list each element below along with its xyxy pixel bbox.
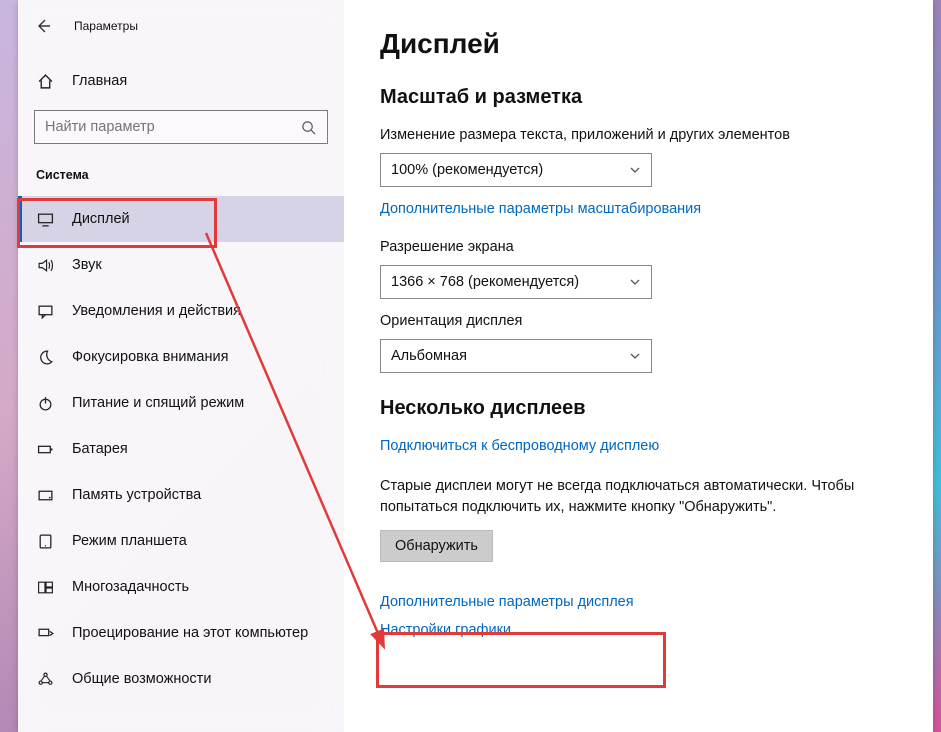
graphics-settings-link[interactable]: Настройки графики [380,622,897,638]
sidebar-item-label: Фокусировка внимания [72,349,228,365]
scale-label: Изменение размера текста, приложений и д… [380,127,897,143]
section-multi: Несколько дисплеев [380,397,897,420]
chevron-down-icon [629,276,641,288]
resolution-select[interactable]: 1366 × 768 (рекомендуется) [380,265,652,299]
scale-value: 100% (рекомендуется) [391,162,543,178]
category-label: Система [18,144,344,192]
search-box[interactable] [34,110,328,144]
scale-advanced-link[interactable]: Дополнительные параметры масштабирования [380,201,897,217]
monitor-icon [36,210,54,228]
sidebar-item-sound[interactable]: Звук [18,242,344,288]
home-icon [36,72,54,90]
main-content: Дисплей Масштаб и разметка Изменение раз… [344,0,933,732]
window-title: Параметры [74,19,138,33]
scale-select[interactable]: 100% (рекомендуется) [380,153,652,187]
orientation-label: Ориентация дисплея [380,313,897,329]
sidebar-item-notifications[interactable]: Уведомления и действия [18,288,344,334]
page-title: Дисплей [380,28,897,60]
search-wrap [18,102,344,144]
moon-icon [36,348,54,366]
sidebar-item-label: Дисплей [72,211,130,227]
search-icon [300,118,317,136]
chevron-down-icon [629,164,641,176]
sidebar-item-label: Режим планшета [72,533,187,549]
titlebar: Параметры [18,8,344,44]
sidebar-item-label: Батарея [72,441,128,457]
sidebar-item-multitask[interactable]: Многозадачность [18,564,344,610]
power-icon [36,394,54,412]
section-scale: Масштаб и разметка [380,86,897,109]
sidebar-item-label: Уведомления и действия [72,303,241,319]
orientation-value: Альбомная [391,348,467,364]
shared-icon [36,670,54,688]
sidebar-item-label: Память устройства [72,487,201,503]
sidebar-item-label: Многозадачность [72,579,189,595]
home-label: Главная [72,73,127,89]
battery-icon [36,440,54,458]
resolution-label: Разрешение экрана [380,239,897,255]
back-button[interactable] [34,17,52,35]
detect-help-text: Старые дисплеи могут не всегда подключат… [380,476,897,518]
storage-icon [36,486,54,504]
sidebar: Параметры Главная Система Дисплей Звук Уве… [18,0,344,732]
sidebar-item-project[interactable]: Проецирование на этот компьютер [18,610,344,656]
nav-list: Дисплей Звук Уведомления и действия Фокусир… [18,196,344,702]
sidebar-item-shared[interactable]: Общие возможности [18,656,344,702]
sidebar-item-label: Общие возможности [72,671,211,687]
advanced-display-link[interactable]: Дополнительные параметры дисплея [380,594,897,610]
chevron-down-icon [629,350,641,362]
chat-icon [36,302,54,320]
wireless-display-link[interactable]: Подключиться к беспроводному дисплею [380,438,897,454]
sidebar-item-label: Проецирование на этот компьютер [72,625,308,641]
tablet-icon [36,532,54,550]
detect-button[interactable]: Обнаружить [380,530,493,562]
resolution-value: 1366 × 768 (рекомендуется) [391,274,579,290]
multitask-icon [36,578,54,596]
sidebar-item-label: Звук [72,257,102,273]
sidebar-item-battery[interactable]: Батарея [18,426,344,472]
sidebar-item-focus[interactable]: Фокусировка внимания [18,334,344,380]
settings-window: Параметры Главная Система Дисплей Звук Уве… [18,0,933,732]
speaker-icon [36,256,54,274]
sidebar-item-label: Питание и спящий режим [72,395,244,411]
arrow-left-icon [35,18,51,34]
sidebar-item-tablet[interactable]: Режим планшета [18,518,344,564]
sidebar-item-display[interactable]: Дисплей [18,196,344,242]
sidebar-item-storage[interactable]: Память устройства [18,472,344,518]
sidebar-item-power[interactable]: Питание и спящий режим [18,380,344,426]
project-icon [36,624,54,642]
home-nav[interactable]: Главная [18,60,344,102]
search-input[interactable] [45,119,300,135]
orientation-select[interactable]: Альбомная [380,339,652,373]
